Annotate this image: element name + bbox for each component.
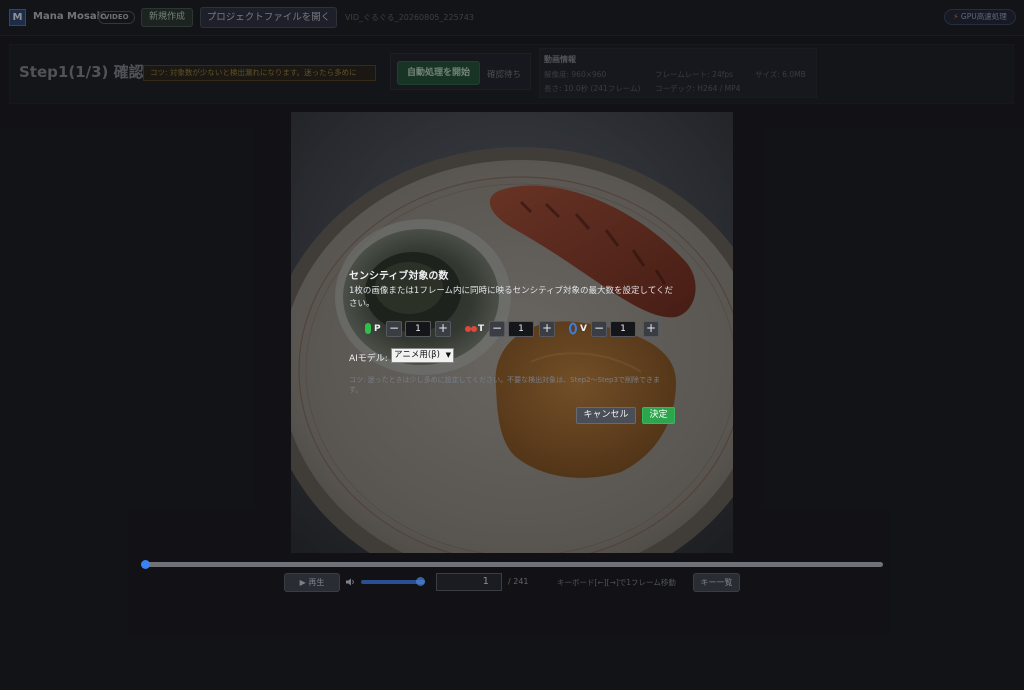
counter-t-plus-button[interactable]: +: [539, 321, 555, 337]
red-pair-icon: [465, 326, 477, 332]
counter-t-minus-button[interactable]: −: [489, 321, 505, 337]
counter-p-plus-button[interactable]: +: [435, 321, 451, 337]
dialog-note: コツ: 迷ったときは少し多めに設定してください。不要な検出対象は、Step2〜S…: [349, 376, 660, 394]
counter-p-minus-button[interactable]: −: [386, 321, 402, 337]
keyboard-hint: キーボード[←][→]で1フレーム移動: [557, 578, 676, 587]
cancel-button[interactable]: キャンセル: [576, 407, 636, 424]
counter-t-label: T: [478, 324, 485, 334]
counter-t-value[interactable]: 1: [508, 321, 534, 337]
counter-v-minus-button[interactable]: −: [591, 321, 607, 337]
frame-total: / 241: [508, 577, 529, 586]
model-label: AIモデル:: [349, 354, 388, 364]
chevron-down-icon: ▼: [445, 351, 451, 359]
counter-p-value[interactable]: 1: [405, 321, 431, 337]
volume-handle[interactable]: [416, 577, 425, 586]
counter-v-plus-button[interactable]: +: [643, 321, 659, 337]
counter-v-value[interactable]: 1: [610, 321, 636, 337]
confirm-button[interactable]: 決定: [642, 407, 675, 424]
dialog-description: 1枚の画像または1フレーム内に同時に映るセンシティブ対象の最大数を設定してくださ…: [349, 286, 674, 309]
green-pin-icon: [365, 323, 371, 334]
seek-bar[interactable]: [145, 562, 883, 567]
modal-backdrop[interactable]: [0, 0, 1024, 690]
frame-number-input[interactable]: 1: [436, 573, 502, 591]
dialog-title: センシティブ対象の数: [349, 271, 449, 282]
blue-ring-icon: [569, 322, 577, 335]
counter-p-label: P: [374, 324, 381, 334]
volume-icon[interactable]: [345, 577, 355, 587]
model-select[interactable]: アニメ用(β) ▼: [391, 348, 454, 363]
key-list-button[interactable]: キー一覧: [693, 573, 740, 592]
play-button[interactable]: ▶ 再生: [284, 573, 340, 592]
seek-handle[interactable]: [141, 560, 150, 569]
counter-v-label: V: [580, 324, 587, 334]
model-select-value: アニメ用(β): [394, 350, 440, 360]
